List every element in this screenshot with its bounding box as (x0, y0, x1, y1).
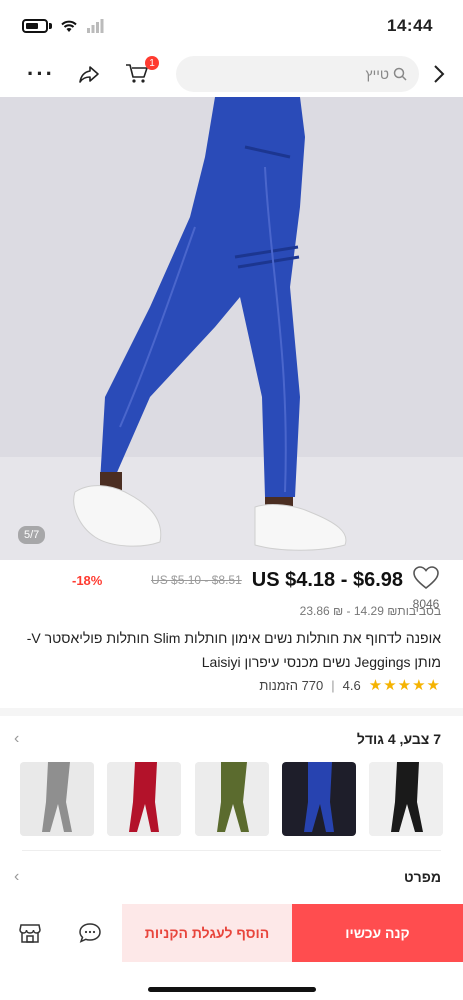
home-indicator (148, 987, 316, 992)
specs-row[interactable]: ‹ מפרט (14, 866, 441, 888)
approx-price: בסביבות₪ 14.29 - ₪ 23.86 (299, 604, 441, 618)
cart-icon[interactable]: 1 (122, 56, 159, 89)
chevron-left-icon: ‹ (14, 730, 20, 747)
variant-thumbnails (20, 762, 443, 836)
cart-badge: 1 (145, 56, 159, 70)
battery-icon (22, 19, 48, 33)
buy-now-button[interactable]: קנה עכשיו (292, 904, 463, 962)
store-icon[interactable] (0, 904, 60, 962)
variant-selector[interactable]: ‹ 7 צבע, 4 גודל (14, 728, 441, 750)
variant-thumb-red[interactable] (107, 762, 182, 836)
variant-thumb-green[interactable] (194, 762, 269, 836)
variant-thumb-gray[interactable] (20, 762, 94, 836)
bottom-action-bar: הוסף לעגלת הקניות קנה עכשיו (0, 904, 463, 962)
share-icon[interactable] (74, 59, 104, 89)
discount-badge: -18% (72, 572, 103, 588)
status-bar: 14:44 (0, 0, 463, 52)
variant-label: 7 צבע, 4 גודל (356, 731, 441, 747)
search-header: ··· 1 טייץ (0, 52, 463, 96)
chevron-left-icon: ‹ (14, 868, 20, 885)
product-image[interactable]: 5/7 (0, 97, 463, 560)
divider (22, 850, 441, 851)
search-input[interactable]: טייץ (176, 56, 419, 92)
variant-thumb-blue[interactable] (281, 762, 356, 836)
specs-label: מפרט (404, 869, 441, 885)
sale-price: US $4.18 - $6.98 (251, 568, 403, 591)
price-row: -18% US $5.10 - $8.51 US $4.18 - $6.98 (0, 566, 463, 594)
rating-value: 4.6 (342, 677, 361, 693)
heart-icon[interactable] (413, 566, 439, 590)
more-options-icon[interactable]: ··· (26, 59, 56, 89)
variant-thumb-black[interactable] (369, 762, 443, 836)
product-title: אופנה לדחוף את חותלות נשים אימון חותלות … (26, 630, 441, 670)
original-price: US $5.10 - $8.51 (151, 573, 242, 587)
signal-icon (87, 19, 104, 33)
back-chevron-icon[interactable] (429, 59, 449, 89)
rating-row[interactable]: ★★★★★ 4.6 | 770 הזמנות (259, 676, 441, 694)
status-icons (22, 19, 104, 33)
orders-count: 770 הזמנות (259, 677, 324, 693)
star-rating-icon: ★★★★★ (368, 677, 441, 694)
section-divider (0, 708, 463, 716)
add-to-cart-button[interactable]: הוסף לעגלת הקניות (122, 904, 292, 962)
search-placeholder: טייץ (365, 66, 389, 82)
search-icon (393, 67, 407, 81)
wifi-icon (61, 20, 77, 32)
chat-icon[interactable] (60, 904, 120, 962)
clock: 14:44 (387, 16, 433, 35)
image-counter: 5/7 (18, 526, 46, 544)
